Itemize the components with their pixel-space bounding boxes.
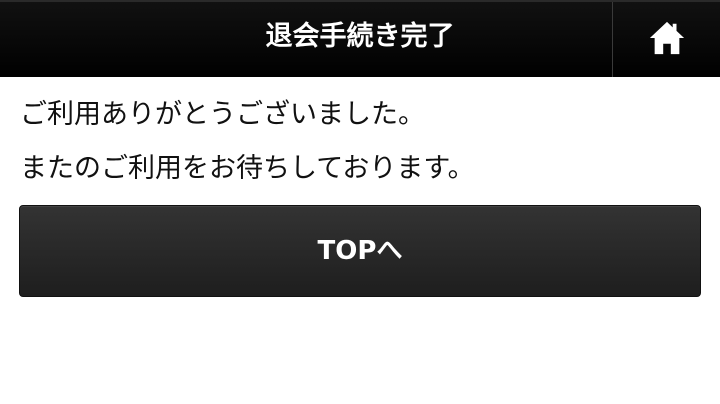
thank-you-message: ご利用ありがとうございました。: [20, 99, 425, 130]
top-button[interactable]: TOPへ: [19, 205, 701, 297]
home-button[interactable]: [612, 2, 720, 77]
return-message: またのご利用をお待ちしております。: [20, 153, 475, 184]
page-title: 退会手続き完了: [265, 21, 455, 52]
message-area: ご利用ありがとうございました。 またのご利用をお待ちしております。: [20, 88, 700, 196]
home-icon: [649, 21, 684, 54]
header-bar: 退会手続き完了: [0, 0, 720, 77]
